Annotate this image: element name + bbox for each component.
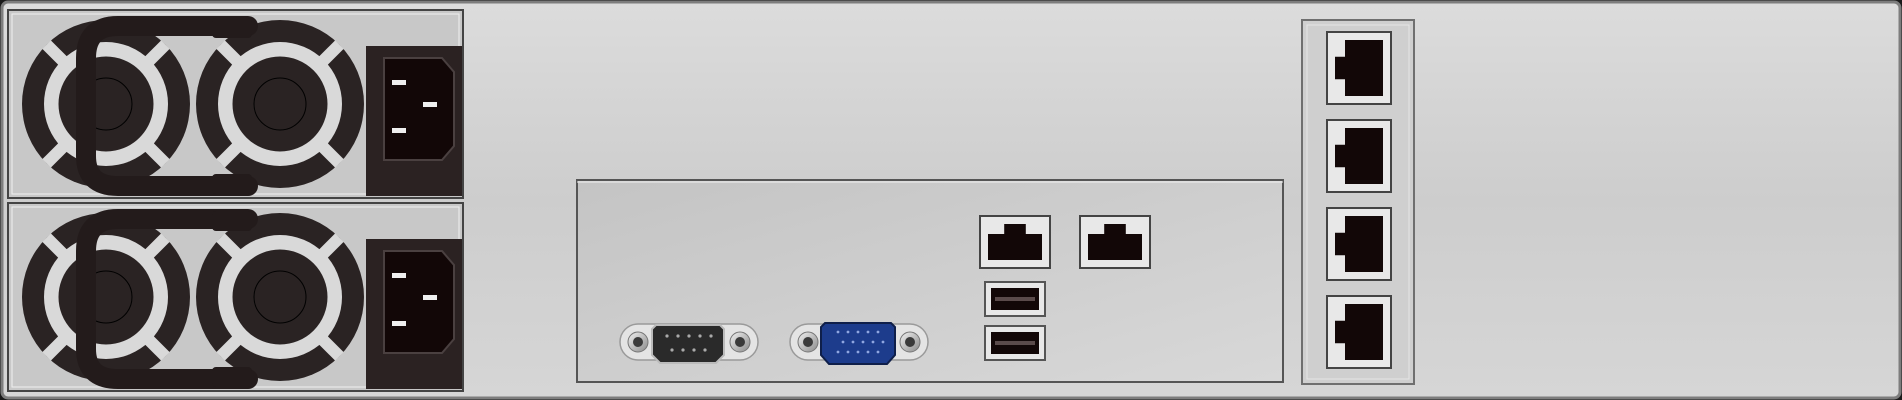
screw-icon: [729, 331, 751, 353]
lan-port-2[interactable]: [1079, 215, 1151, 269]
card-lan-port-2[interactable]: [1326, 119, 1392, 193]
vga-port[interactable]: [789, 322, 929, 365]
server-rear-panel: [0, 0, 1902, 400]
fan-icon: [22, 213, 190, 381]
power-inlet-icon[interactable]: [366, 46, 462, 196]
psu-1[interactable]: [7, 9, 464, 199]
screw-icon: [797, 331, 819, 353]
card-lan-port-3[interactable]: [1326, 207, 1392, 281]
card-lan-port-1[interactable]: [1326, 31, 1392, 105]
screw-icon: [899, 331, 921, 353]
psu-2[interactable]: [7, 202, 464, 392]
lan-port-1[interactable]: [979, 215, 1051, 269]
usb-port-1[interactable]: [984, 281, 1046, 317]
io-panel: [576, 179, 1284, 383]
card-lan-port-4[interactable]: [1326, 295, 1392, 369]
power-inlet-icon[interactable]: [366, 239, 462, 389]
screw-icon: [627, 331, 649, 353]
usb-port-2[interactable]: [984, 325, 1046, 361]
fan-icon: [196, 213, 364, 381]
serial-port-db9[interactable]: [619, 323, 759, 364]
fan-icon: [196, 20, 364, 188]
expansion-card: [1301, 19, 1415, 385]
fan-icon: [22, 20, 190, 188]
